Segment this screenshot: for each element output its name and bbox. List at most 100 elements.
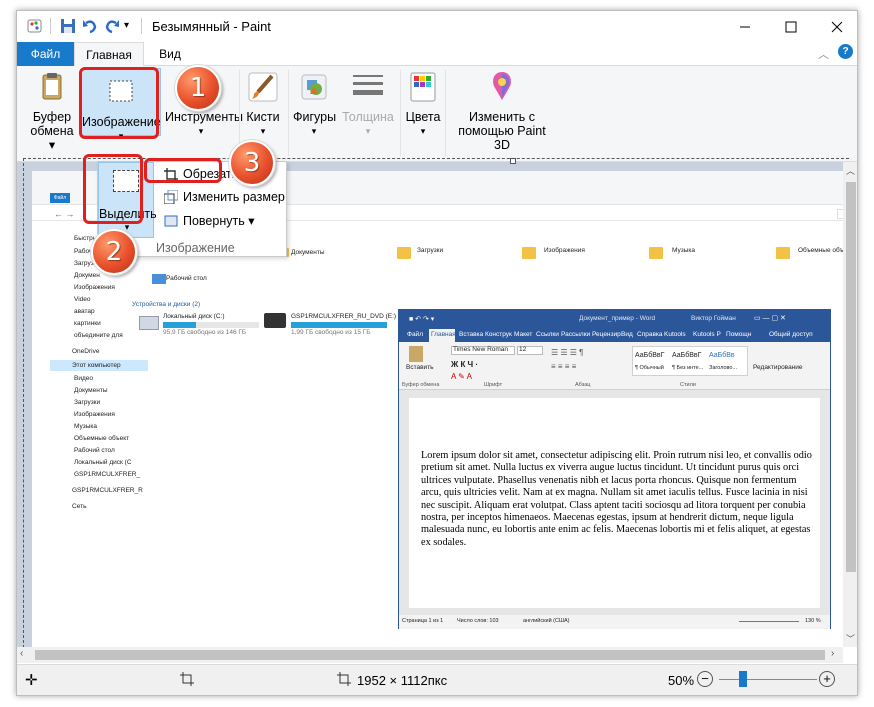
brushes-label: Кисти	[246, 110, 280, 124]
help-icon[interactable]: ?	[838, 44, 853, 59]
word-paste-icon	[409, 346, 423, 362]
drive2-free: 1,99 ГБ свободно из 15 ГБ	[291, 329, 371, 336]
word-tab: Общий доступ	[769, 331, 813, 338]
word-window-controls: ▭ — ▢ ✕	[754, 315, 786, 322]
clipboard-label-1: Буфер	[32, 110, 72, 124]
paint3d-label-2: помощью Paint 3D	[458, 124, 546, 152]
sidebar-item: Видео	[74, 375, 93, 382]
sidebar-item: объедините для	[74, 332, 123, 339]
brush-icon	[246, 70, 280, 104]
word-paste-label: Вставить	[406, 364, 434, 371]
clipboard-label-2: обмена	[30, 124, 74, 138]
colors-button[interactable]: Цвета ▾	[405, 70, 441, 138]
word-tab: Макет	[514, 331, 533, 338]
shapes-button[interactable]: Фигуры ▾	[293, 70, 336, 138]
zoom-slider-track[interactable]	[719, 679, 817, 680]
word-tab: Вставка	[459, 331, 484, 338]
rotate-menu-item[interactable]: Повернуть ▾	[183, 213, 254, 228]
zoom-out-button[interactable]: −	[697, 671, 713, 687]
window-title: Безымянный - Paint	[152, 19, 271, 34]
resize-icon	[163, 189, 179, 205]
shapes-icon	[297, 70, 331, 104]
collapse-ribbon-icon[interactable]: ︿	[818, 46, 829, 62]
tools-label: Инструменты	[165, 110, 243, 124]
word-quick-access: ■ ↶ ↷ ▾	[409, 316, 435, 323]
selection-size-icon	[180, 672, 194, 686]
brushes-button[interactable]: Кисти ▾	[243, 70, 283, 138]
image-dimensions: 1952 × 1112пкс	[357, 673, 448, 688]
zoom-slider-thumb[interactable]	[739, 671, 747, 687]
save-icon[interactable]	[59, 17, 77, 35]
sidebar-item: картинки	[74, 320, 101, 327]
zoom-level: 50%	[668, 673, 695, 688]
tab-home[interactable]: Главная	[74, 42, 144, 67]
paint3d-icon	[485, 70, 519, 104]
word-page[interactable]: Lorem ipsum dolor sit amet, consectetur …	[409, 398, 820, 608]
title-bar: ▾ Безымянный - Paint	[17, 11, 857, 42]
word-tab: Главная	[431, 331, 456, 338]
undo-icon[interactable]	[81, 17, 99, 35]
word-font-size: 12	[519, 346, 527, 353]
word-format-icons: Ж К Ч ·	[451, 360, 479, 369]
sidebar-item: Этот компьютер	[72, 362, 121, 369]
word-window: ■ ↶ ↷ ▾ Документ_пример - Word Виктор Го…	[398, 309, 831, 629]
status-bar: ✛ 1952 × 1112пкс 50% − +	[17, 664, 857, 695]
horizontal-scroll-thumb[interactable]	[35, 650, 825, 660]
sidebar-item: Документы	[74, 387, 108, 394]
word-tab: Рецензир	[592, 331, 621, 338]
zoom-in-button[interactable]: +	[819, 671, 835, 687]
sidebar-item: OneDrive	[72, 348, 100, 355]
sidebar-item: Загрузки	[74, 399, 101, 406]
word-tab: Помощн	[726, 331, 752, 338]
explorer-file-tab: Файл	[50, 193, 70, 203]
clipboard-button[interactable]: Буфер обмена ▾	[27, 70, 77, 152]
word-group-label: Стили	[680, 382, 696, 388]
sidebar-item: Музыка	[74, 423, 97, 430]
folder-label: Музыка	[672, 247, 695, 254]
size-label: Толщина	[342, 110, 394, 124]
vertical-scrollbar[interactable]: ︿ ﹀	[843, 162, 857, 647]
word-status-bar: Страница 1 из 1 Число слов: 103 английск…	[399, 615, 830, 629]
resize-menu-item[interactable]: Изменить размер	[183, 190, 285, 204]
tab-view[interactable]: Вид	[147, 42, 193, 66]
sidebar-item: аватар	[74, 308, 95, 315]
size-button[interactable]: Толщина ▾	[339, 70, 397, 138]
word-tab: Kutools P	[693, 331, 721, 338]
drive2-name: GSP1RMCULXFRER_RU_DVD (E:)	[291, 313, 397, 320]
word-status-lang: английский (США)	[523, 618, 570, 624]
word-status-page: Страница 1 из 1	[402, 618, 444, 624]
minimize-button[interactable]	[722, 11, 768, 42]
canvas-border-left	[23, 158, 24, 648]
horizontal-scrollbar[interactable]: ‹ ›	[17, 647, 843, 663]
document-body-text[interactable]: Lorem ipsum dolor sit amet, consectetur …	[421, 450, 816, 549]
redo-icon[interactable]	[103, 17, 121, 35]
sidebar-item: Локальный диск (С	[74, 459, 132, 466]
word-paragraph-icons: ☰ ☰ ☰ ¶	[551, 348, 584, 357]
step-badge-2: 2	[91, 229, 137, 275]
sidebar-item: Докумен	[74, 272, 100, 279]
sidebar-item: GSP1RMCULXFRER_R	[72, 487, 143, 494]
maximize-button[interactable]	[768, 11, 814, 42]
word-style: АаБбВвГ	[672, 352, 702, 359]
word-style-name: ¶ Без инте...	[672, 365, 704, 371]
step-badge-3: 3	[229, 140, 275, 186]
close-button[interactable]	[814, 11, 857, 42]
word-group-label: Шрифт	[484, 382, 503, 388]
word-group-label: Буфер обмена	[402, 382, 440, 388]
tab-file[interactable]: Файл	[17, 42, 74, 66]
vertical-scroll-thumb[interactable]	[846, 182, 856, 572]
folder-icon	[649, 247, 663, 259]
paint3d-button[interactable]: Изменить с помощью Paint 3D	[450, 70, 554, 152]
sidebar-item: Video	[74, 296, 91, 303]
sidebar-item: Изображения	[74, 411, 115, 418]
clipboard-icon	[35, 70, 69, 104]
customize-toolbar-icon[interactable]: ▾	[124, 17, 142, 35]
highlight-select-button	[83, 154, 143, 224]
highlight-image-button	[79, 67, 159, 139]
colors-label: Цвета	[405, 110, 441, 124]
word-align-icons: ≡ ≡ ≡ ≡	[551, 362, 577, 371]
resize-handle[interactable]	[510, 158, 516, 164]
word-color-icons: A ✎ A	[451, 372, 472, 381]
word-tab: Рассылки	[561, 331, 591, 338]
paint-app-icon[interactable]	[26, 17, 44, 35]
